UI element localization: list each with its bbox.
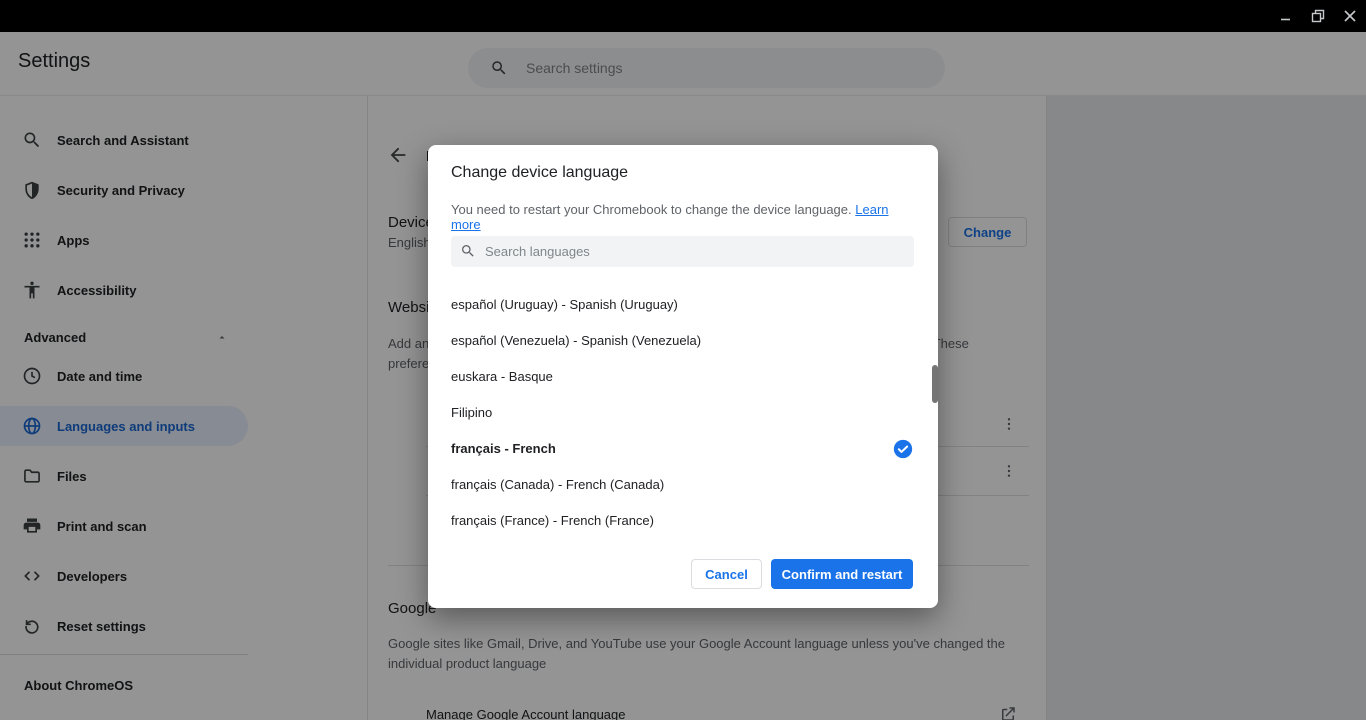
dialog-body-text: You need to restart your Chromebook to c… [451,202,901,232]
window-titlebar [0,0,1366,32]
confirm-and-restart-button[interactable]: Confirm and restart [771,559,913,589]
screen: Settings Search and Assistant Security a… [0,0,1366,720]
dialog-title: Change device language [451,164,628,182]
minimize-icon[interactable] [1274,4,1298,28]
restore-window-icon[interactable] [1306,4,1330,28]
search-languages-input[interactable] [485,236,895,267]
cancel-button[interactable]: Cancel [691,559,762,589]
search-icon [460,243,476,259]
check-circle-icon [893,439,913,459]
language-search-field[interactable] [451,236,914,267]
language-option[interactable]: français (Canada) - French (Canada) [428,467,928,503]
language-option[interactable]: Filipino [428,395,928,431]
language-option-selected[interactable]: français - French [428,431,928,467]
language-option[interactable]: français (France) - French (France) [428,503,928,539]
language-option[interactable]: español (Venezuela) - Spanish (Venezuela… [428,323,928,359]
change-device-language-dialog: Change device language You need to resta… [428,145,938,608]
close-icon[interactable] [1338,4,1362,28]
language-option[interactable]: español (Uruguay) - Spanish (Uruguay) [428,287,928,323]
language-option[interactable]: euskara - Basque [428,359,928,395]
scrollbar-thumb[interactable] [932,365,938,403]
